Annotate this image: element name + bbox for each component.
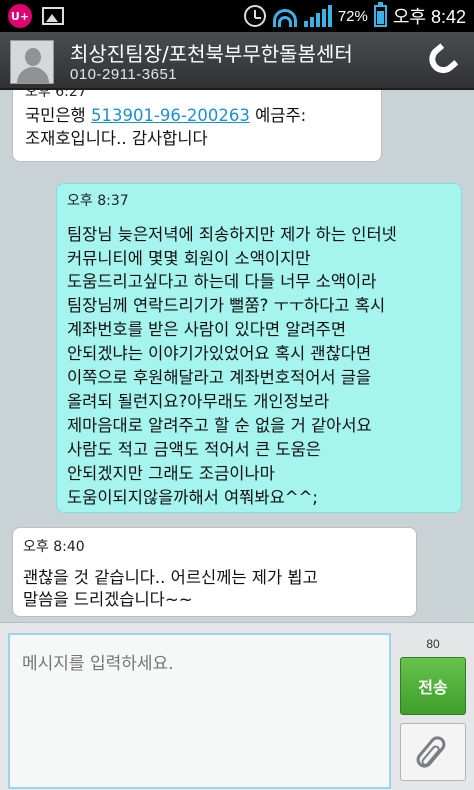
message-time: 오후 6:27 [25,90,87,100]
status-bar: U+ 72% 오후 8:42 [0,0,474,32]
message-text: 괜찮을 것 같습니다.. 어르신께는 제가 뵙고 말씀을 드리겠습니다~~ [23,567,318,610]
message-input[interactable] [8,633,391,789]
battery-icon [373,2,387,27]
message-bubble-outgoing[interactable]: 오후 8:37 팀장님 늦은저녁에 죄송하지만 제가 하는 인터넷 커뮤니티에 … [56,183,462,513]
message-time: 오후 8:37 [67,193,129,209]
message-list[interactable]: 오후 6:27 국민은행 513901-96-200263 예금주: 조재호입니… [0,90,474,622]
wifi-icon [272,5,298,27]
message-time: 오후 8:40 [23,539,85,555]
message-text: 팀장님 늦은저녁에 죄송하지만 제가 하는 인터넷 커뮤니티에 몇몇 회원이 소… [67,224,397,507]
composer: 80 전송 [0,622,474,790]
attach-button[interactable] [400,723,466,781]
phone-icon [423,43,459,79]
paperclip-icon [413,733,449,771]
alarm-icon [243,5,266,27]
contact-avatar[interactable] [10,40,54,84]
status-clock: 오후 8:42 [392,7,466,27]
conversation-header: 최상진팀장/포천북부무한돌봄센터 010-2911-3651 [0,32,474,90]
contact-name: 최상진팀장/포천북부무한돌봄센터 [70,42,353,66]
gallery-icon [42,7,64,25]
send-button[interactable]: 전송 [400,657,466,715]
message-text: 국민은행 513901-96-200263 예금주: 조재호입니다.. 감사합니… [25,106,307,148]
message-bubble-incoming[interactable]: 오후 8:40 괜찮을 것 같습니다.. 어르신께는 제가 뵙고 말씀을 드리겠… [12,527,417,617]
battery-percent: 72% [337,7,368,25]
char-count: 80 [426,637,440,651]
contact-phone: 010-2911-3651 [70,66,178,83]
account-number-link[interactable]: 513901-96-200263 [91,106,250,125]
signal-icon [303,5,332,27]
uplus-icon: U+ [8,4,32,28]
message-bubble-incoming[interactable]: 오후 6:27 국민은행 513901-96-200263 예금주: 조재호입니… [12,90,382,162]
call-button[interactable] [423,43,459,79]
